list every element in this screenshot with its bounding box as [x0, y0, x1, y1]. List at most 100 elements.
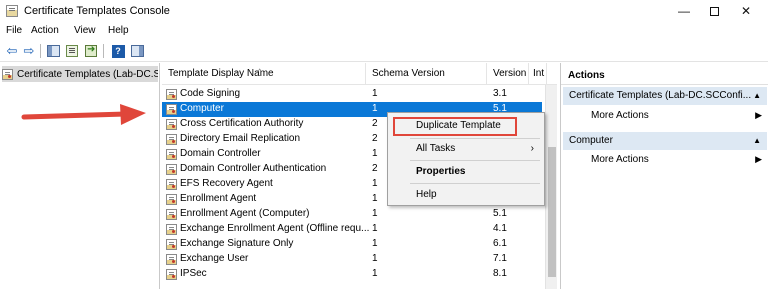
- cell-template-name: Code Signing: [180, 88, 241, 99]
- cell-schema-version: 1: [372, 103, 378, 114]
- expand-arrow-icon: ▶: [755, 110, 762, 120]
- cell-schema-version: 1: [372, 238, 378, 249]
- cell-template-name: EFS Recovery Agent: [180, 178, 273, 189]
- certificate-template-icon: [166, 224, 177, 235]
- cell-template-name: Exchange Enrollment Agent (Offline requ.…: [180, 223, 370, 234]
- cell-template-name: Computer: [180, 103, 224, 114]
- help-icon[interactable]: ?: [110, 43, 126, 59]
- actions-section-computer[interactable]: Computer ▲: [563, 132, 767, 150]
- cell-template-name: Enrollment Agent (Computer): [180, 208, 310, 219]
- certificate-template-icon: [166, 254, 177, 265]
- tree-item-certificate-templates[interactable]: Certificate Templates (Lab-DC.S: [2, 66, 158, 82]
- menu-separator: [410, 160, 540, 161]
- back-arrow-icon[interactable]: ⇦: [4, 43, 20, 59]
- certificate-app-icon: [6, 5, 18, 17]
- menu-item-all-tasks[interactable]: All Tasks: [416, 143, 455, 154]
- cell-version: 8.1: [493, 268, 507, 279]
- cell-version: 3.1: [493, 88, 507, 99]
- menu-view[interactable]: View: [74, 25, 96, 36]
- menu-help[interactable]: Help: [108, 25, 129, 36]
- table-row[interactable]: Code Signing 1 3.1: [162, 87, 542, 102]
- vertical-scrollbar[interactable]: [545, 85, 557, 289]
- menu-file[interactable]: File: [6, 25, 22, 36]
- cell-template-name: Domain Controller: [180, 148, 261, 159]
- table-row[interactable]: IPSec 1 8.1: [162, 267, 542, 282]
- certificate-template-icon: [166, 104, 177, 115]
- cell-schema-version: 1: [372, 208, 378, 219]
- section-label: Certificate Templates (Lab-DC.SCConfi...: [569, 90, 752, 101]
- certificate-template-icon: [166, 119, 177, 130]
- section-label: Computer: [569, 135, 613, 146]
- properties-icon[interactable]: [64, 43, 80, 59]
- certificate-template-icon: [166, 179, 177, 190]
- certificate-template-icon: [166, 194, 177, 205]
- show-hide-action-pane-icon[interactable]: [129, 43, 145, 59]
- cell-template-name: Exchange Signature Only: [180, 238, 294, 249]
- context-menu: Duplicate Template All Tasks › Propertie…: [387, 112, 545, 206]
- action-more-actions[interactable]: More Actions: [591, 110, 649, 121]
- cell-schema-version: 1: [372, 223, 378, 234]
- certificate-template-icon: [166, 209, 177, 220]
- sort-ascending-icon: ^: [258, 69, 262, 76]
- certificate-template-icon: [166, 89, 177, 100]
- menu-item-help[interactable]: Help: [416, 189, 437, 200]
- cell-schema-version: 1: [372, 193, 378, 204]
- cell-template-name: Enrollment Agent: [180, 193, 257, 204]
- red-arrow-annotation: [21, 104, 146, 125]
- table-row[interactable]: Exchange Enrollment Agent (Offline requ.…: [162, 222, 542, 237]
- table-row[interactable]: Exchange User 1 7.1: [162, 252, 542, 267]
- certificate-template-icon: [166, 134, 177, 145]
- window-title: Certificate Templates Console: [24, 5, 170, 17]
- table-row[interactable]: Exchange Signature Only 1 6.1: [162, 237, 542, 252]
- certificate-template-icon: [2, 68, 13, 80]
- certificate-template-icon: [166, 239, 177, 250]
- menu-bar: File Action View Help: [0, 23, 768, 39]
- collapse-icon[interactable]: ▲: [753, 87, 761, 105]
- cell-version: 7.1: [493, 253, 507, 264]
- minimize-button[interactable]: —: [668, 2, 700, 20]
- column-header-intended-purposes[interactable]: Int: [529, 63, 547, 85]
- toolbar-separator: [103, 44, 104, 58]
- certificate-template-icon: [166, 149, 177, 160]
- menu-action[interactable]: Action: [31, 25, 59, 36]
- menu-separator: [410, 138, 540, 139]
- certificate-template-icon: [166, 269, 177, 280]
- toolbar-separator: [40, 44, 41, 58]
- menu-item-properties[interactable]: Properties: [416, 166, 465, 177]
- table-row[interactable]: Enrollment Agent (Computer) 1 5.1: [162, 207, 542, 222]
- actions-pane: Actions Certificate Templates (Lab-DC.SC…: [560, 63, 768, 289]
- export-list-icon[interactable]: [83, 43, 99, 59]
- scrollbar-thumb[interactable]: [548, 147, 556, 277]
- cell-schema-version: 1: [372, 268, 378, 279]
- submenu-arrow-icon: ›: [530, 143, 534, 154]
- cell-version: 5.1: [493, 208, 507, 219]
- title-bar: Certificate Templates Console — ✕: [0, 0, 768, 22]
- action-more-actions[interactable]: More Actions: [591, 154, 649, 165]
- cell-schema-version: 1: [372, 148, 378, 159]
- menu-separator: [410, 183, 540, 184]
- actions-section-certificate-templates[interactable]: Certificate Templates (Lab-DC.SCConfi...…: [563, 87, 767, 105]
- forward-arrow-icon[interactable]: ⇨: [21, 43, 37, 59]
- actions-title: Actions: [561, 67, 768, 85]
- cell-template-name: Directory Email Replication: [180, 133, 301, 144]
- certificate-template-icon: [166, 164, 177, 175]
- list-header: Template Display Name ^ Schema Version V…: [162, 63, 557, 85]
- collapse-icon[interactable]: ▲: [753, 132, 761, 150]
- column-header-version[interactable]: Version: [487, 63, 529, 85]
- cell-schema-version: 2: [372, 163, 378, 174]
- cell-template-name: IPSec: [180, 268, 207, 279]
- close-button[interactable]: ✕: [730, 2, 762, 20]
- cell-schema-version: 1: [372, 88, 378, 99]
- cell-schema-version: 2: [372, 118, 378, 129]
- tree-item-label: Certificate Templates (Lab-DC.S: [17, 68, 158, 80]
- column-header-schema-version[interactable]: Schema Version: [366, 63, 487, 85]
- cell-schema-version: 1: [372, 253, 378, 264]
- toolbar: ⇦ ⇨ ?: [0, 40, 768, 62]
- cell-version: 6.1: [493, 238, 507, 249]
- column-header-template-name[interactable]: Template Display Name ^: [162, 63, 366, 85]
- cell-schema-version: 2: [372, 133, 378, 144]
- show-hide-console-tree-icon[interactable]: [45, 43, 61, 59]
- expand-arrow-icon: ▶: [755, 154, 762, 164]
- maximize-button[interactable]: [698, 2, 730, 20]
- cell-template-name: Domain Controller Authentication: [180, 163, 327, 174]
